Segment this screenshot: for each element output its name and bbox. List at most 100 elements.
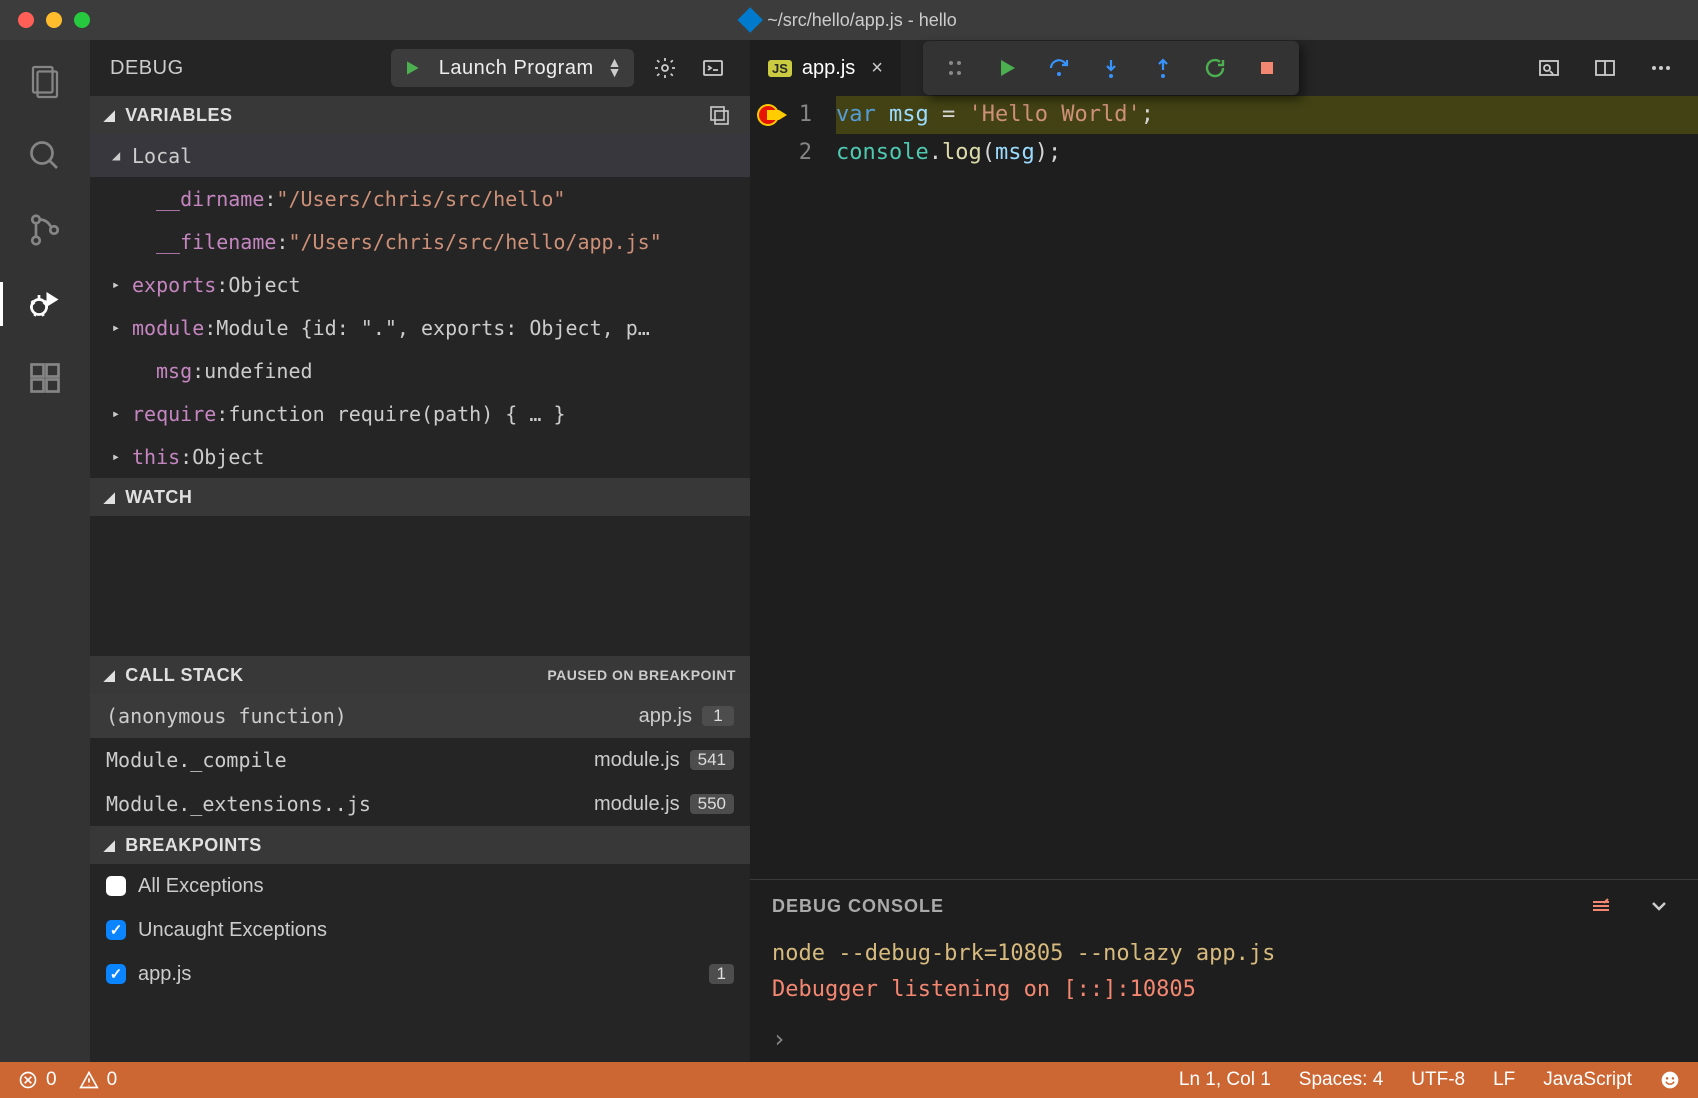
encoding-status[interactable]: UTF-8 — [1411, 1069, 1465, 1091]
step-over-button[interactable] — [1045, 54, 1073, 82]
line-number: 1 — [786, 96, 836, 134]
chevron-down-icon: ◢ — [104, 489, 115, 506]
debug-sidebar-header: DEBUG Launch Program ▲▼ — [90, 40, 750, 96]
debug-toolbar[interactable] — [923, 41, 1299, 95]
breakpoint-count: 1 — [709, 964, 734, 984]
checkbox[interactable]: ✓ — [106, 964, 126, 984]
close-tab-button[interactable]: × — [871, 57, 883, 80]
launch-config-label: Launch Program — [433, 57, 608, 80]
stack-frame[interactable]: Module._extensions..js module.js 550 — [90, 782, 750, 826]
launch-config-selector[interactable]: Launch Program ▲▼ — [391, 49, 634, 87]
split-preview-button[interactable] — [1532, 51, 1566, 85]
stack-frame[interactable]: Module._compile module.js 541 — [90, 738, 750, 782]
variable-item[interactable]: __filename: "/Users/chris/src/hello/app.… — [90, 220, 750, 263]
console-prompt-icon: › — [772, 1025, 786, 1053]
tab-label: app.js — [802, 57, 855, 80]
language-status[interactable]: JavaScript — [1543, 1069, 1632, 1091]
code-editor[interactable]: 1 var msg = 'Hello World'; 2 console.log… — [750, 96, 1698, 172]
continue-button[interactable] — [993, 54, 1021, 82]
step-out-button[interactable] — [1149, 54, 1177, 82]
callstack-status: PAUSED ON BREAKPOINT — [547, 667, 736, 683]
console-line: Debugger listening on [::]:10805 — [772, 972, 1676, 1008]
debug-console-header: DEBUG CONSOLE — [750, 880, 1698, 932]
explorer-activity[interactable] — [23, 60, 67, 104]
window-titlebar: ~/src/hello/app.js - hello — [0, 0, 1698, 40]
chevron-down-icon: ◢ — [106, 148, 126, 164]
minimize-traffic-light[interactable] — [46, 12, 62, 28]
variable-item[interactable]: ▸module: Module {id: ".", exports: Objec… — [90, 306, 750, 349]
search-activity[interactable] — [23, 134, 67, 178]
breakpoint-item[interactable]: All Exceptions — [90, 864, 750, 908]
editor-tab[interactable]: JS app.js × — [750, 40, 901, 96]
main-layout: DEBUG Launch Program ▲▼ ◢ VARIABLES — [0, 40, 1698, 1062]
breakpoint-gutter[interactable] — [750, 106, 786, 124]
callstack-body: (anonymous function) app.js 1 Module._co… — [90, 694, 750, 826]
vscode-icon — [737, 7, 762, 32]
variable-item[interactable]: ▸require: function require(path) { … } — [90, 392, 750, 435]
eol-status[interactable]: LF — [1493, 1069, 1515, 1091]
configure-launch-button[interactable] — [648, 51, 682, 85]
status-bar: 0 0 Ln 1, Col 1 Spaces: 4 UTF-8 LF JavaS… — [0, 1062, 1698, 1098]
variable-item[interactable]: ▸this: Object — [90, 435, 750, 478]
start-debug-button[interactable] — [391, 49, 433, 87]
more-actions-button[interactable] — [1644, 51, 1678, 85]
variable-item[interactable]: __dirname: "/Users/chris/src/hello" — [90, 177, 750, 220]
variables-section-header[interactable]: ◢ VARIABLES — [90, 96, 750, 134]
maximize-traffic-light[interactable] — [74, 12, 90, 28]
cursor-position-status[interactable]: Ln 1, Col 1 — [1179, 1069, 1271, 1091]
warnings-status[interactable]: 0 — [79, 1069, 118, 1091]
indentation-status[interactable]: Spaces: 4 — [1299, 1069, 1384, 1091]
current-line-arrow-icon — [767, 110, 787, 120]
debug-console-button[interactable] — [696, 51, 730, 85]
callstack-section-header[interactable]: ◢ CALL STACK PAUSED ON BREAKPOINT — [90, 656, 750, 694]
chevron-down-icon: ◢ — [104, 667, 115, 684]
debug-console-body: node --debug-brk=10805 --nolazy app.js D… — [750, 932, 1698, 1016]
breakpoint-label: app.js — [138, 963, 697, 986]
window-title: ~/src/hello/app.js - hello — [741, 10, 957, 31]
editor-area: JS app.js × — [750, 40, 1698, 1062]
editor-blank-area[interactable] — [750, 172, 1698, 879]
stack-frame[interactable]: (anonymous function) app.js 1 — [90, 694, 750, 738]
stop-button[interactable] — [1253, 54, 1281, 82]
step-into-button[interactable] — [1097, 54, 1125, 82]
console-line: node --debug-brk=10805 --nolazy app.js — [772, 936, 1676, 972]
checkbox[interactable]: ✓ — [106, 920, 126, 940]
debug-console-panel: DEBUG CONSOLE node --debug-brk=10805 --n… — [750, 879, 1698, 1062]
breakpoint-item[interactable]: ✓ app.js 1 — [90, 952, 750, 996]
warnings-count: 0 — [107, 1069, 118, 1091]
breakpoint-item[interactable]: ✓ Uncaught Exceptions — [90, 908, 750, 952]
scope-local[interactable]: ◢ Local — [90, 134, 750, 177]
breakpoints-section-header[interactable]: ◢ BREAKPOINTS — [90, 826, 750, 864]
window-title-text: ~/src/hello/app.js - hello — [767, 10, 957, 31]
code-content: var msg = 'Hello World'; — [836, 96, 1698, 134]
extensions-activity[interactable] — [23, 356, 67, 400]
collapse-panel-button[interactable] — [1642, 889, 1676, 923]
checkbox[interactable] — [106, 876, 126, 896]
close-traffic-light[interactable] — [18, 12, 34, 28]
clear-console-button[interactable] — [1584, 889, 1618, 923]
editor-tabbar: JS app.js × — [750, 40, 1698, 96]
variable-item[interactable]: ▸exports: Object — [90, 263, 750, 306]
feedback-button[interactable] — [1660, 1070, 1680, 1090]
watch-section-header[interactable]: ◢ WATCH — [90, 478, 750, 516]
scm-activity[interactable] — [23, 208, 67, 252]
traffic-lights — [18, 12, 90, 28]
debug-sidebar: DEBUG Launch Program ▲▼ ◢ VARIABLES — [90, 40, 750, 1062]
editor-actions — [1532, 51, 1698, 85]
restart-button[interactable] — [1201, 54, 1229, 82]
code-line[interactable]: 1 var msg = 'Hello World'; — [750, 96, 1698, 134]
drag-handle-icon[interactable] — [941, 54, 969, 82]
split-editor-button[interactable] — [1588, 51, 1622, 85]
debug-console-input[interactable]: › — [750, 1016, 1698, 1062]
debug-activity[interactable] — [0, 282, 90, 326]
line-number: 2 — [786, 134, 836, 172]
errors-count: 0 — [46, 1069, 57, 1091]
variables-header-label: VARIABLES — [125, 105, 232, 126]
collapse-all-button[interactable] — [702, 98, 736, 132]
callstack-header-label: CALL STACK — [125, 665, 243, 686]
errors-status[interactable]: 0 — [18, 1069, 57, 1091]
chevron-right-icon: ▸ — [106, 406, 126, 422]
code-line[interactable]: 2 console.log(msg); — [750, 134, 1698, 172]
breakpoints-body: All Exceptions ✓ Uncaught Exceptions ✓ a… — [90, 864, 750, 996]
variable-item[interactable]: msg: undefined — [90, 349, 750, 392]
